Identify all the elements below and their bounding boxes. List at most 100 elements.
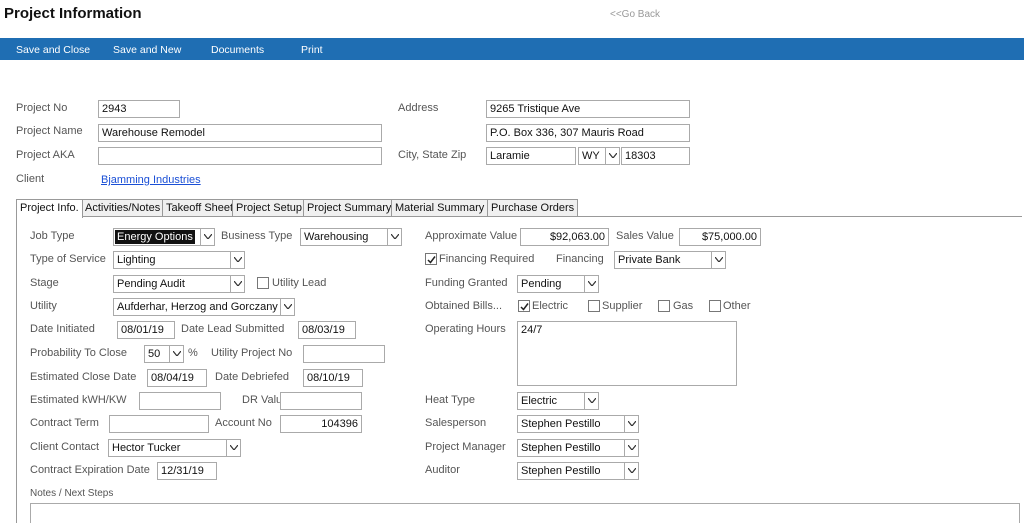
probability-value: 50 [148, 348, 161, 360]
operating-hours-textarea[interactable]: 24/7 [517, 321, 737, 386]
heat-type-value: Electric [521, 395, 558, 407]
business-type-value: Warehousing [304, 231, 369, 243]
zip-field[interactable]: 18303 [621, 147, 690, 165]
chevron-down-icon[interactable] [200, 229, 214, 245]
project-name-field[interactable]: Warehouse Remodel [98, 124, 382, 142]
tab-project-summary[interactable]: Project Summary [303, 199, 396, 217]
documents-button[interactable]: Documents [211, 44, 264, 56]
chevron-down-icon[interactable] [624, 416, 638, 432]
financing-select[interactable]: Private Bank [614, 251, 726, 269]
stage-select[interactable]: Pending Audit [113, 275, 245, 293]
project-manager-select[interactable]: Stephen Pestillo [517, 439, 639, 457]
business-type-select[interactable]: Warehousing [300, 228, 402, 246]
chevron-down-icon[interactable] [230, 276, 244, 292]
type-of-service-select[interactable]: Lighting [113, 251, 245, 269]
date-initiated-field[interactable]: 08/01/19 [117, 321, 175, 339]
heat-type-label: Heat Type [425, 394, 475, 406]
date-lead-submitted-label: Date Lead Submitted [181, 323, 285, 335]
date-debriefed-field[interactable]: 08/10/19 [303, 369, 363, 387]
utility-select[interactable]: Aufderhar, Herzog and Gorczany [113, 298, 295, 316]
probability-select[interactable]: 50 [144, 345, 184, 363]
state-select[interactable]: WY [578, 147, 620, 165]
dr-value-field[interactable] [280, 392, 362, 410]
tab-activities-notes[interactable]: Activities/Notes [81, 199, 165, 217]
utility-project-no-field[interactable] [303, 345, 385, 363]
tab-material-summary[interactable]: Material Summary [391, 199, 489, 217]
client-contact-select[interactable]: Hector Tucker [108, 439, 241, 457]
bills-supplier-label: Supplier [602, 300, 643, 312]
bills-electric-checkbox[interactable] [518, 300, 530, 312]
print-button[interactable]: Print [301, 44, 323, 56]
financing-required-checkbox[interactable] [425, 253, 437, 265]
city-field[interactable]: Laramie [486, 147, 576, 165]
obtained-bills-label: Obtained Bills... [425, 300, 503, 312]
account-no-field[interactable]: 104396 [280, 415, 362, 433]
chevron-down-icon[interactable] [226, 440, 240, 456]
bills-supplier-checkbox[interactable] [588, 300, 600, 312]
chevron-down-icon[interactable] [169, 346, 183, 362]
save-and-close-button[interactable]: Save and Close [16, 44, 90, 56]
chevron-down-icon[interactable] [280, 299, 294, 315]
bills-gas-checkbox[interactable] [658, 300, 670, 312]
stage-label: Stage [30, 277, 59, 289]
date-debriefed-label: Date Debriefed [215, 371, 289, 383]
heat-type-select[interactable]: Electric [517, 392, 599, 410]
utility-lead-checkbox[interactable] [257, 277, 269, 289]
job-type-label: Job Type [30, 230, 75, 242]
contract-expiration-field[interactable]: 12/31/19 [157, 462, 217, 480]
client-contact-value: Hector Tucker [112, 442, 181, 454]
funding-granted-select[interactable]: Pending [517, 275, 599, 293]
job-type-value: Energy Options [115, 230, 195, 244]
address-line1-field[interactable]: 9265 Tristique Ave [486, 100, 690, 118]
go-back-link[interactable]: <<Go Back [610, 9, 660, 20]
auditor-select[interactable]: Stephen Pestillo [517, 462, 639, 480]
percent-sign: % [188, 347, 198, 359]
project-no-field[interactable]: 2943 [98, 100, 180, 118]
approx-value-label: Approximate Value [425, 230, 518, 242]
address-line2-field[interactable]: P.O. Box 336, 307 Mauris Road [486, 124, 690, 142]
business-type-label: Business Type [221, 230, 293, 242]
project-aka-field[interactable] [98, 147, 382, 165]
chevron-down-icon[interactable] [584, 393, 598, 409]
chevron-down-icon[interactable] [584, 276, 598, 292]
funding-granted-value: Pending [521, 278, 562, 290]
salesperson-select[interactable]: Stephen Pestillo [517, 415, 639, 433]
bills-other-checkbox[interactable] [709, 300, 721, 312]
page-title: Project Information [4, 5, 142, 22]
tab-project-setup[interactable]: Project Setup [232, 199, 307, 217]
chevron-down-icon[interactable] [711, 252, 725, 268]
funding-granted-label: Funding Granted [425, 277, 508, 289]
project-name-label: Project Name [16, 125, 83, 137]
bills-gas-label: Gas [673, 300, 694, 312]
utility-value: Aufderhar, Herzog and Gorczany [117, 301, 278, 313]
est-kwh-field[interactable] [139, 392, 221, 410]
contract-term-field[interactable] [109, 415, 209, 433]
auditor-label: Auditor [425, 464, 460, 476]
account-no-label: Account No [215, 417, 272, 429]
contract-term-label: Contract Term [30, 417, 99, 429]
client-link[interactable]: Bjamming Industries [101, 174, 201, 186]
state-value: WY [582, 150, 600, 162]
project-no-label: Project No [16, 102, 68, 114]
save-and-new-button[interactable]: Save and New [113, 44, 181, 56]
tab-project-info[interactable]: Project Info. [16, 199, 83, 218]
chevron-down-icon[interactable] [387, 229, 401, 245]
date-lead-submitted-field[interactable]: 08/03/19 [298, 321, 356, 339]
approx-value-field[interactable]: $92,063.00 [520, 228, 609, 246]
chevron-down-icon[interactable] [605, 148, 619, 164]
tab-purchase-orders[interactable]: Purchase Orders [487, 199, 579, 217]
contract-expiration-label: Contract Expiration Date [30, 464, 150, 476]
financing-required-label: Financing Required [439, 253, 535, 265]
tab-takeoff-sheet[interactable]: Takeoff Sheet [162, 199, 238, 217]
chevron-down-icon[interactable] [624, 463, 638, 479]
est-close-date-field[interactable]: 08/04/19 [147, 369, 207, 387]
chevron-down-icon[interactable] [230, 252, 244, 268]
job-type-select[interactable]: Energy Options [113, 228, 215, 246]
financing-value: Private Bank [618, 254, 681, 266]
chevron-down-icon[interactable] [624, 440, 638, 456]
sales-value-label: Sales Value [616, 230, 674, 242]
sales-value-field[interactable]: $75,000.00 [679, 228, 761, 246]
notes-textarea[interactable] [30, 503, 1020, 523]
client-contact-label: Client Contact [30, 441, 100, 453]
type-of-service-label: Type of Service [30, 253, 106, 265]
